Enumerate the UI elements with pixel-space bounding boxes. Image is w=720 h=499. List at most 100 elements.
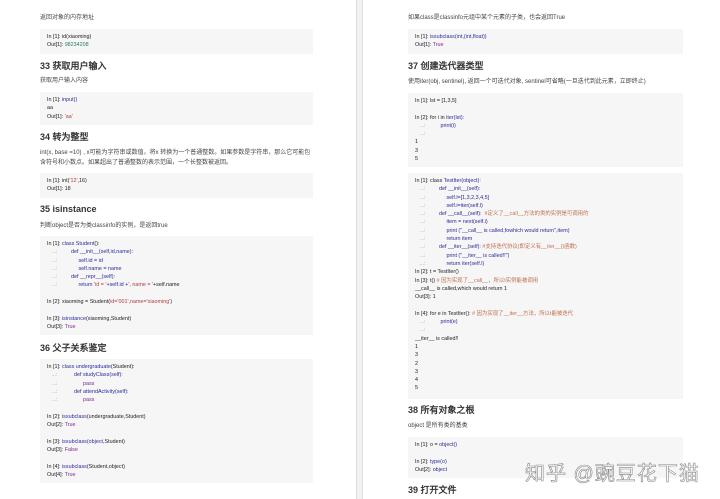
code-token: def studyClass(self): bbox=[74, 372, 123, 378]
paragraph: 返回对象的内存地址 bbox=[40, 13, 94, 23]
paragraph: 判断object是否为类classinfo的实例，是返回true bbox=[40, 221, 168, 231]
section-heading: 36 父子关系鉴定 bbox=[40, 342, 107, 354]
code-token: ...: bbox=[415, 186, 439, 192]
code-token: 2 bbox=[415, 361, 418, 367]
section-heading: 34 转为整型 bbox=[40, 131, 89, 143]
code-token: print ("__call__ is called,fowhich would… bbox=[446, 228, 569, 234]
code-line: ...: self.name = name bbox=[47, 265, 306, 273]
code-line: In [1]: id(xiaoming) bbox=[47, 33, 306, 41]
code-token: (xiaoming,Student) bbox=[86, 316, 131, 322]
code-token: ...: bbox=[47, 381, 83, 387]
code-token: ...: bbox=[415, 261, 446, 267]
code-block: In [1]: issubclass(int,(int,float))Out[1… bbox=[408, 29, 683, 54]
code-line: ...: pass bbox=[47, 396, 306, 404]
code-line: ...: item = next(self.i) bbox=[415, 218, 676, 226]
code-line: In [2]: xiaoming = Student(id='001',name… bbox=[47, 298, 306, 306]
code-token: def attendActivity(self): bbox=[74, 389, 129, 395]
code-token: TestIter(object): bbox=[444, 178, 481, 184]
code-token: input() bbox=[62, 97, 77, 103]
code-token: ...: bbox=[415, 319, 440, 325]
code-token: ...: bbox=[415, 228, 446, 234]
code-token: ...: bbox=[47, 258, 78, 264]
code-token: (undergraduate,Student) bbox=[87, 414, 146, 420]
code-token: __call__ is called,which would return 1 bbox=[415, 286, 507, 292]
code-line: ...: print(i) bbox=[415, 122, 676, 130]
code-token: ...: bbox=[47, 249, 71, 255]
code-token: 3 bbox=[415, 352, 418, 358]
code-token: pass bbox=[83, 397, 94, 403]
code-token: ...: bbox=[47, 397, 83, 403]
code-token: True bbox=[65, 422, 76, 428]
code-token: issubclass bbox=[62, 464, 87, 470]
code-line: Out[2]: True bbox=[47, 421, 306, 429]
code-token: ...: bbox=[415, 236, 446, 242]
code-line: ...: def attendActivity(self): bbox=[47, 388, 306, 396]
code-token: In [3]: bbox=[47, 439, 62, 445]
code-token: True bbox=[65, 324, 76, 330]
code-block: In [1]: class Student(): ...: def __init… bbox=[40, 236, 313, 335]
code-token: 98234208 bbox=[65, 42, 89, 48]
code-line: ...: print ("__iter__ is called!!") bbox=[415, 252, 676, 260]
code-line: ...: def __repr__(self): bbox=[47, 273, 306, 281]
code-token: type(o) bbox=[430, 459, 447, 465]
code-token: Out[2]: bbox=[47, 422, 65, 428]
code-line: ...: def __init__(self,id,name): bbox=[47, 248, 306, 256]
code-line bbox=[47, 306, 306, 314]
code-line: ...: print ("__call__ is called,fowhich … bbox=[415, 227, 676, 235]
code-token: return item bbox=[446, 236, 472, 242]
code-line: Out[4]: True bbox=[47, 471, 306, 479]
code-token: False bbox=[65, 447, 78, 453]
code-token: ...: bbox=[47, 274, 71, 280]
section-heading: 37 创建迭代器类型 bbox=[408, 60, 484, 72]
code-token: (Student): bbox=[111, 364, 135, 370]
paragraph: 使用iter(obj, sentinel), 返回一个可迭代对象, sentin… bbox=[408, 77, 646, 87]
code-token: In [2]: t = TestIter() bbox=[415, 269, 459, 275]
code-line: Out[3]: True bbox=[47, 323, 306, 331]
code-line: 1 bbox=[415, 138, 676, 146]
code-block: In [1]: int('12',16)Out[1]: 18 bbox=[40, 173, 313, 198]
code-token: def __repr__(self): bbox=[71, 274, 115, 280]
code-block: In [1]: class TestIter(object): ...: def… bbox=[408, 173, 683, 399]
code-block: In [1]: input()aaOut[1]: 'aa' bbox=[40, 92, 313, 125]
code-token: #支持迭代协议(即定义有__iter__()函数) bbox=[482, 244, 576, 250]
code-token: In [2]: bbox=[47, 414, 62, 420]
code-token: In [1]: int( bbox=[47, 178, 69, 184]
code-token: Out[3]: 1 bbox=[415, 294, 436, 300]
right-page: 如果class是classinfo元组中某个元素的子类，也会返回True In … bbox=[362, 0, 720, 499]
code-token: In [1]: o = bbox=[415, 442, 439, 448]
code-token: In [1]: bbox=[47, 97, 62, 103]
code-line: aa bbox=[47, 104, 306, 112]
code-token: issubclass bbox=[62, 414, 87, 420]
code-token: self.name = name bbox=[78, 266, 121, 272]
code-line: In [4]: issubclass(Student,object) bbox=[47, 463, 306, 471]
code-token: In [3]: t() bbox=[415, 278, 437, 284]
code-token: object() bbox=[439, 442, 457, 448]
code-token: 4 bbox=[415, 377, 418, 383]
code-line: ...: bbox=[415, 326, 676, 334]
code-line: In [4]: for e in TestIter(): # 因为实现了__it… bbox=[415, 310, 676, 318]
section-heading: 33 获取用户输入 bbox=[40, 60, 107, 72]
code-line: Out[3]: False bbox=[47, 446, 306, 454]
code-line: ...: print(e) bbox=[415, 318, 676, 326]
left-page: 返回对象的内存地址 In [1]: id(xiaoming)Out[1]: 98… bbox=[0, 0, 357, 499]
code-line bbox=[415, 301, 676, 309]
paragraph: int(x, base =10) , x可能为字符串或数值，将x 转换为一个普通… bbox=[40, 148, 315, 168]
code-token: 1 bbox=[415, 344, 418, 350]
code-line: 3 bbox=[415, 368, 676, 376]
code-token: In [1]: class bbox=[415, 178, 444, 184]
code-line: __iter__ is called!! bbox=[415, 335, 676, 343]
code-line: In [3]: t() # 因为实现了__call__，所以t实例能被调用 bbox=[415, 277, 676, 285]
code-line: Out[1]: 18 bbox=[47, 185, 306, 193]
code-token: ,16) bbox=[78, 178, 87, 184]
code-line: ...: def __call__(self): #定义了__call__方法的… bbox=[415, 210, 676, 218]
code-line bbox=[47, 429, 306, 437]
code-token: return iter(self.l) bbox=[446, 261, 484, 267]
code-token: iter(lst): bbox=[446, 115, 464, 121]
code-token: In [3]: bbox=[47, 316, 62, 322]
code-token: object bbox=[433, 467, 447, 473]
code-token: Out[1]: bbox=[415, 42, 433, 48]
code-token: ...: bbox=[415, 253, 446, 259]
code-line: 1 bbox=[415, 343, 676, 351]
code-token: ...: bbox=[415, 203, 446, 209]
code-token: In [2]: xiaoming = Student( bbox=[47, 299, 110, 305]
